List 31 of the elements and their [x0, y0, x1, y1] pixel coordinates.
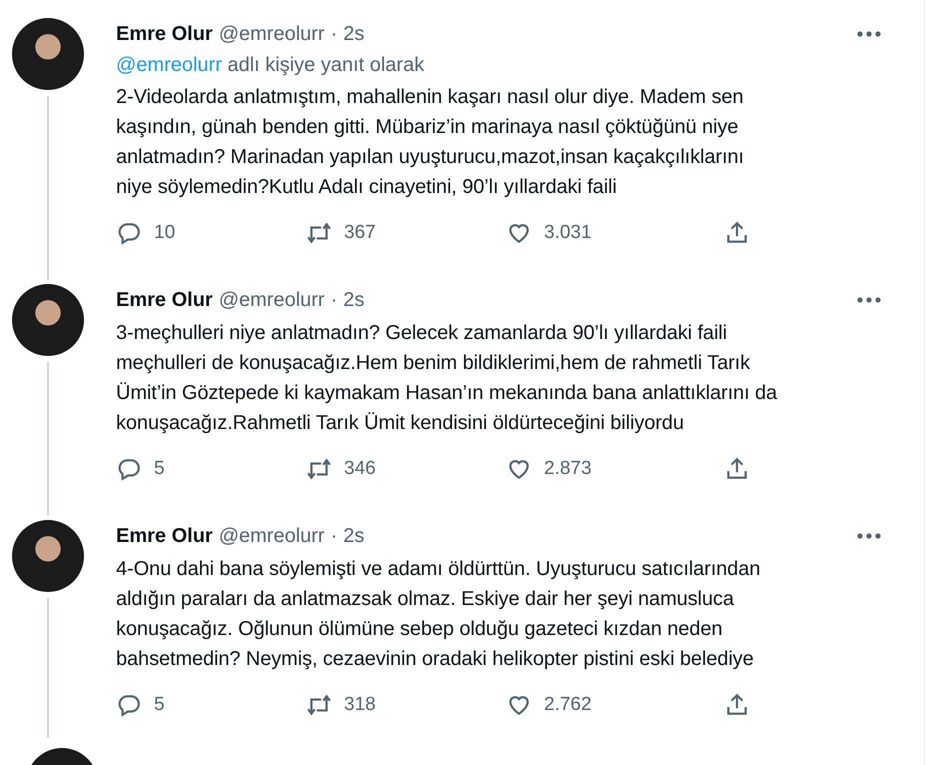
like-count: 2.873: [544, 458, 592, 480]
author-name[interactable]: Emre Olur: [116, 524, 213, 548]
author-handle[interactable]: @emreolurr: [218, 288, 325, 312]
tweet-time[interactable]: 2s: [343, 524, 364, 548]
more-icon[interactable]: [856, 30, 882, 38]
retweet-icon[interactable]: [306, 692, 332, 718]
reply-count: 10: [154, 222, 176, 244]
separator-dot: ·: [330, 22, 338, 46]
retweet-icon[interactable]: [306, 456, 332, 482]
like-count: 2.762: [544, 694, 592, 716]
reply-count: 5: [154, 694, 165, 716]
reply-context: adlı kişiye yanıt olarak: [227, 54, 424, 76]
separator-dot: ·: [330, 524, 338, 548]
tweet-text: 2-Videolarda anlatmıştım, mahallenin kaşarı nasıl olur diye. Madem sen kaşındın, günah benden gitti. Mübariz’in marinaya nasıl çöktüğünü niye anlatmadın? Marinadan yapılan uyuşturucu,mazot,insan kaçakçılıklarını niye söylemedin?Kutlu Adalı cinayetini, 90’lı yıllardaki faili: [116, 85, 745, 200]
retweet-icon[interactable]: [306, 220, 332, 246]
author-handle[interactable]: @emreolurr: [218, 22, 325, 46]
retweet-count: 367: [344, 222, 376, 244]
retweet-count: 318: [344, 694, 376, 716]
more-icon[interactable]: [856, 296, 882, 304]
author-name[interactable]: Emre Olur: [116, 22, 213, 46]
retweet-count: 346: [344, 458, 376, 480]
author-handle[interactable]: @emreolurr: [218, 524, 325, 548]
separator-dot: ·: [330, 288, 338, 312]
tweet-time[interactable]: 2s: [343, 288, 364, 312]
more-icon[interactable]: [856, 532, 882, 540]
tweet-time[interactable]: 2s: [343, 22, 364, 46]
author-name[interactable]: Emre Olur: [116, 288, 213, 312]
reply-count: 5: [154, 458, 165, 480]
tweet-text: 4-Onu dahi bana söylemişti ve adamı öldürttün. Uyuşturucu satıcılarından aldığın paraları da anlatmazsak olmaz. Eskiye dair her şeyi namusluca konuşacağız. Oğlunun ölümüne sebep olduğu gazeteci kızdan neden bahsetmedin? Neymiş, cezaevinin oradaki helikopter pistini eski belediye: [116, 557, 762, 672]
like-count: 3.031: [544, 222, 592, 244]
tweet-text: 3-meçhulleri niye anlatmadın? Gelecek zamanlarda 90’lı yıllardaki faili meçhulleri de konuşacağız.Hem benim bildiklerimi,hem de rahmetli Tarık Ümit’in Göztepede ki kaymakam Hasan’ın mekanında bana anlattıklarını da konuşacağız.Rahmetli Tarık Ümit kendisini öldürteceğini biliyordu: [116, 321, 778, 436]
